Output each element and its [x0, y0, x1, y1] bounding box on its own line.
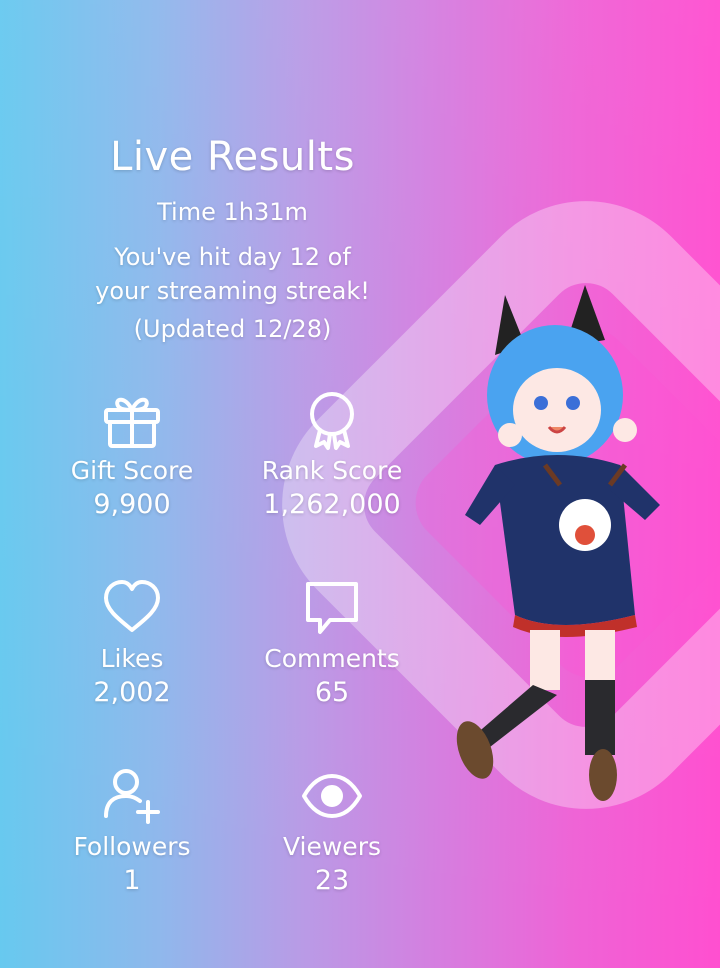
updated-date: (Updated 12/28)	[133, 315, 332, 343]
add-user-icon	[104, 769, 160, 824]
heart-icon	[104, 580, 160, 632]
stat-value: 2,002	[93, 677, 171, 708]
stat-value: 65	[314, 677, 350, 708]
stat-comments: Comments 65	[232, 576, 432, 708]
stat-label: Followers	[73, 832, 191, 861]
stat-label: Comments	[264, 644, 400, 673]
stat-viewers: Viewers 23	[232, 764, 432, 896]
avatar-stocking-right	[585, 680, 615, 755]
stat-value: 1	[123, 865, 141, 896]
stat-label: Gift Score	[70, 456, 194, 485]
stat-label: Rank Score	[261, 456, 403, 485]
avatar-stocking-left	[475, 685, 557, 747]
stat-rank-score: Rank Score 1,262,000	[232, 388, 432, 520]
streak-line-1: You've hit day 12 of	[114, 243, 351, 271]
stream-time: Time 1h31m	[157, 198, 308, 226]
page-title: Live Results	[110, 134, 355, 180]
stat-label: Viewers	[282, 832, 381, 861]
award-icon	[310, 392, 354, 450]
stat-likes: Likes 2,002	[32, 576, 232, 708]
stat-value: 9,900	[93, 489, 171, 520]
streak-line-2: your streaming streak!	[95, 277, 370, 305]
eye-icon	[302, 774, 362, 818]
stat-gift-score: Gift Score 9,900	[32, 388, 232, 520]
stat-followers: Followers 1	[32, 764, 232, 896]
stat-value: 1,262,000	[263, 489, 401, 520]
stat-value: 23	[314, 865, 350, 896]
stat-label: Likes	[100, 644, 164, 673]
comment-icon	[306, 582, 358, 634]
avatar-shoe-right	[589, 749, 617, 801]
avatar-face	[513, 368, 601, 452]
streak-message: You've hit day 12 of your streaming stre…	[0, 240, 465, 308]
avatar-character	[456, 285, 660, 801]
gift-icon	[104, 397, 160, 448]
